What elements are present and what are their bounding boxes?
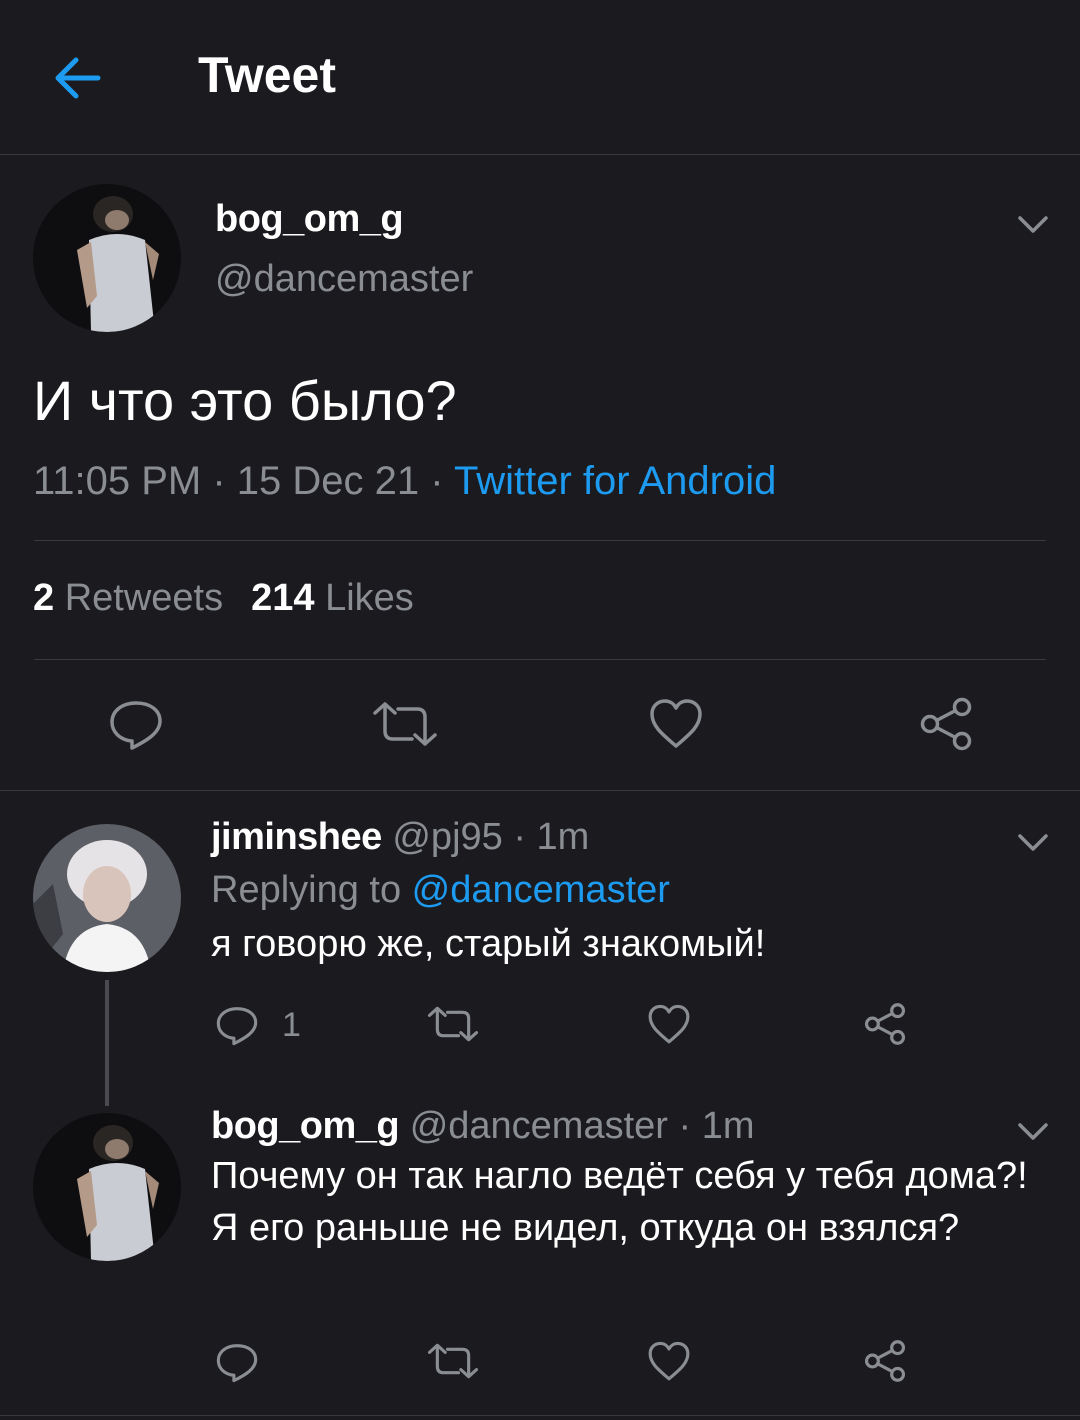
reply-author-name[interactable]: bog_om_g	[211, 1105, 400, 1147]
like-button[interactable]	[648, 698, 704, 750]
divider	[0, 1415, 1080, 1416]
reply-author-handle[interactable]: @dancemaster	[410, 1105, 668, 1147]
like-icon	[648, 1341, 690, 1381]
chevron-down-icon	[1018, 1123, 1048, 1140]
share-button[interactable]	[863, 1339, 907, 1383]
tweet-menu-button[interactable]	[1017, 214, 1049, 236]
retweet-icon	[427, 1006, 479, 1042]
retweet-icon	[373, 702, 437, 746]
reply-author-handle[interactable]: @pj95	[392, 816, 502, 858]
retweet-button[interactable]	[372, 701, 438, 747]
reply-header: bog_om_g @dancemaster · 1m	[211, 1105, 755, 1148]
reply-text: Почему он так нагло ведёт себя у тебя до…	[211, 1155, 1028, 1249]
reply-button[interactable]	[215, 1341, 259, 1383]
tweet-time: 11:05 PM	[33, 459, 202, 503]
avatar[interactable]	[33, 184, 181, 332]
like-button[interactable]	[647, 1004, 691, 1045]
arrow-left-icon	[55, 57, 101, 99]
share-icon	[864, 1340, 906, 1382]
share-button[interactable]	[863, 1002, 907, 1046]
replying-to: Replying to @dancemaster	[211, 869, 670, 912]
retweets-stat[interactable]: 2 Retweets	[33, 577, 223, 619]
reply-text: я говорю же, старый знакомый!	[211, 923, 766, 965]
tweet-meta: 11:05 PM · 15 Dec 21 · Twitter for Andro…	[33, 459, 776, 504]
author-handle[interactable]: @dancemaster	[215, 258, 473, 301]
tweet-stats: 2 Retweets 214 Likes	[33, 577, 414, 620]
tweet-source-link[interactable]: Twitter for Android	[454, 459, 776, 503]
thread-connector	[105, 980, 109, 1106]
reply-count: 1	[282, 1006, 301, 1044]
share-icon	[920, 697, 972, 751]
reply-button[interactable]	[108, 697, 164, 751]
replying-mention[interactable]: @dancemaster	[412, 869, 670, 911]
retweets-label: Retweets	[64, 577, 224, 619]
reply-button[interactable]	[215, 1004, 259, 1046]
author-name[interactable]: bog_om_g	[215, 198, 404, 241]
reply-author-name[interactable]: jiminshee	[211, 816, 382, 858]
like-icon	[648, 1004, 690, 1044]
page-title: Tweet	[198, 47, 336, 103]
reply-time: · 1m	[667, 1105, 755, 1147]
avatar[interactable]	[33, 824, 181, 972]
share-button[interactable]	[918, 696, 974, 752]
chevron-down-icon	[1018, 834, 1048, 851]
reply-icon	[216, 1007, 258, 1046]
chevron-down-icon	[1018, 216, 1048, 233]
retweet-button[interactable]	[427, 1006, 479, 1042]
reply-icon	[216, 1344, 258, 1383]
retweet-icon	[427, 1343, 479, 1379]
likes-label: Likes	[325, 577, 414, 619]
tweet-menu-button[interactable]	[1017, 1121, 1049, 1143]
likes-count: 214	[251, 577, 315, 619]
reply-icon	[110, 701, 162, 750]
divider	[0, 154, 1080, 155]
meta-separator: ·	[419, 459, 454, 503]
share-icon	[864, 1003, 906, 1045]
replying-label: Replying to	[211, 869, 412, 911]
divider	[34, 540, 1046, 541]
tweet-menu-button[interactable]	[1017, 832, 1049, 854]
divider	[0, 790, 1080, 791]
likes-stat[interactable]: 214 Likes	[251, 577, 414, 619]
top-bar: Tweet	[0, 0, 1080, 154]
back-button[interactable]	[50, 50, 106, 106]
reply-header: jiminshee @pj95 · 1m	[211, 816, 589, 859]
reply-time: · 1m	[502, 816, 590, 858]
retweets-count: 2	[33, 577, 55, 619]
like-button[interactable]	[647, 1341, 691, 1382]
like-icon	[650, 699, 702, 748]
tweet-text: И что это было?	[33, 369, 457, 432]
meta-separator: ·	[201, 459, 237, 503]
tweet-date: 15 Dec 21	[236, 459, 420, 503]
avatar[interactable]	[33, 1113, 181, 1261]
retweet-button[interactable]	[427, 1343, 479, 1379]
divider	[34, 659, 1046, 660]
